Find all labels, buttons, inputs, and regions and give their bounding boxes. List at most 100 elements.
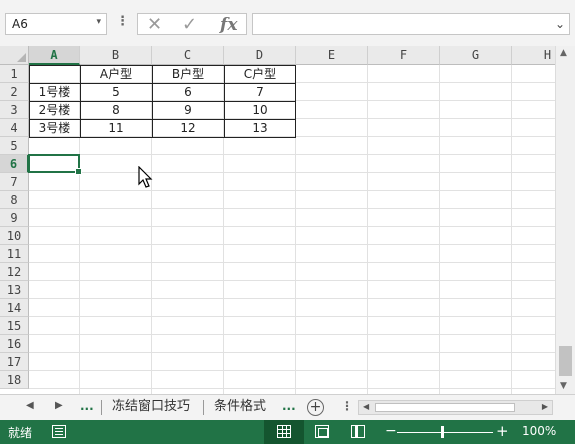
cell-a4[interactable]: 3号楼: [29, 119, 80, 137]
row-header-4[interactable]: 4: [0, 119, 29, 137]
name-box-dropdown-icon[interactable]: ▾: [96, 17, 101, 27]
horizontal-scroll-thumb[interactable]: [375, 403, 515, 412]
zoom-in-button[interactable]: +: [496, 422, 509, 440]
cell-b4[interactable]: 11: [80, 119, 152, 137]
tab-options-icon[interactable]: ⋮: [341, 399, 353, 413]
select-all-button[interactable]: [0, 46, 29, 65]
active-cell-selection[interactable]: [28, 154, 82, 175]
cell-c4[interactable]: 12: [152, 119, 224, 137]
cell-d1[interactable]: C户型: [224, 65, 296, 83]
column-header-c[interactable]: C: [152, 46, 224, 65]
gridline-vertical: [511, 65, 512, 394]
cell-b3[interactable]: 8: [80, 101, 152, 119]
sheet-tab-freeze-panes[interactable]: 冻结窗口技巧: [106, 395, 196, 419]
cell-a3[interactable]: 2号楼: [29, 101, 80, 119]
name-box[interactable]: A6 ▾: [5, 13, 107, 35]
zoom-percent[interactable]: 100%: [522, 424, 556, 438]
page-break-preview-button[interactable]: [338, 420, 378, 444]
scroll-left-icon[interactable]: ◀: [363, 402, 369, 411]
column-header-e[interactable]: E: [296, 46, 368, 65]
row-header-6[interactable]: 6: [0, 155, 29, 173]
cell-b2[interactable]: 5: [80, 83, 152, 101]
status-bar: 就绪 − + 100%: [0, 420, 575, 444]
row-header-14[interactable]: 14: [0, 299, 29, 317]
row-header-13[interactable]: 13: [0, 281, 29, 299]
cancel-icon[interactable]: ✕: [147, 14, 162, 35]
cell-b1[interactable]: A户型: [80, 65, 152, 83]
insert-function-button[interactable]: fx: [220, 15, 237, 35]
horizontal-scrollbar[interactable]: ◀ ▶: [358, 400, 553, 415]
expand-formula-bar-icon[interactable]: ⌄: [555, 17, 565, 31]
table-border-horizontal: [29, 101, 296, 102]
row-header-17[interactable]: 17: [0, 353, 29, 371]
column-header-h[interactable]: H: [512, 46, 555, 65]
sheet-tab-bar: ◀ ▶ ... 冻结窗口技巧 条件格式 ... + ⋮ ◀ ▶: [0, 394, 575, 420]
more-sheets-left[interactable]: ...: [80, 399, 94, 413]
cell-d2[interactable]: 7: [224, 83, 296, 101]
column-header-f[interactable]: F: [368, 46, 440, 65]
row-header-3[interactable]: 3: [0, 101, 29, 119]
gridline-horizontal: [29, 208, 555, 209]
row-header-10[interactable]: 10: [0, 227, 29, 245]
scroll-down-icon[interactable]: ▼: [560, 381, 567, 391]
gridline-horizontal: [29, 316, 555, 317]
row-header-2[interactable]: 2: [0, 83, 29, 101]
zoom-slider-thumb[interactable]: [441, 426, 444, 438]
gridline-horizontal: [29, 226, 555, 227]
scroll-right-icon[interactable]: ▶: [542, 402, 548, 411]
page-layout-view-button[interactable]: [302, 420, 342, 444]
gridline-horizontal: [29, 262, 555, 263]
scroll-up-icon[interactable]: ▲: [560, 48, 567, 58]
row-header-11[interactable]: 11: [0, 245, 29, 263]
row-header-18[interactable]: 18: [0, 371, 29, 389]
mouse-pointer-icon: [138, 166, 153, 188]
zoom-out-button[interactable]: −: [385, 423, 397, 439]
more-sheets-right[interactable]: ...: [282, 399, 296, 413]
formula-input[interactable]: ⌄: [252, 13, 570, 35]
column-header-g[interactable]: G: [440, 46, 512, 65]
table-border-horizontal: [29, 137, 296, 138]
cell-d3[interactable]: 10: [224, 101, 296, 119]
vertical-scrollbar[interactable]: ▲ ▼: [555, 46, 575, 394]
table-border-horizontal: [29, 119, 296, 120]
cell-a1[interactable]: [29, 65, 80, 83]
enter-icon[interactable]: ✓: [182, 14, 197, 35]
normal-view-icon: [277, 425, 291, 438]
row-header-15[interactable]: 15: [0, 317, 29, 335]
cell-c3[interactable]: 9: [152, 101, 224, 119]
normal-view-button[interactable]: [264, 420, 304, 444]
cell-d4[interactable]: 13: [224, 119, 296, 137]
vertical-scroll-thumb[interactable]: [559, 346, 572, 376]
worksheet-grid[interactable]: A B C D E F G H 1 2 3 4 5 6 7 8 9 10 11 12 13 14 15 16 17 18 A户型 B户…: [0, 46, 555, 394]
macro-record-icon[interactable]: [52, 425, 66, 438]
row-header-9[interactable]: 9: [0, 209, 29, 227]
cell-a2[interactable]: 1号楼: [29, 83, 80, 101]
row-header-12[interactable]: 12: [0, 263, 29, 281]
formula-bar: A6 ▾ ⋮ ✕ ✓ fx ⌄: [0, 0, 575, 46]
table-border-horizontal: [29, 65, 296, 66]
gridline-horizontal: [29, 190, 555, 191]
next-sheet-icon[interactable]: ▶: [55, 400, 63, 411]
formula-bar-more-icon[interactable]: ⋮: [116, 14, 129, 29]
column-header-a[interactable]: A: [29, 46, 80, 65]
table-border-vertical: [295, 65, 296, 138]
gridline-horizontal: [29, 298, 555, 299]
prev-sheet-icon[interactable]: ◀: [26, 400, 34, 411]
tab-separator: [203, 400, 204, 415]
cell-c2[interactable]: 6: [152, 83, 224, 101]
row-header-16[interactable]: 16: [0, 335, 29, 353]
gridline-vertical: [439, 65, 440, 394]
sheet-tab-conditional-format[interactable]: 条件格式: [208, 395, 272, 419]
row-header-8[interactable]: 8: [0, 191, 29, 209]
cell-c1[interactable]: B户型: [152, 65, 224, 83]
page-layout-view-icon: [315, 425, 329, 438]
row-header-1[interactable]: 1: [0, 65, 29, 83]
column-header-d[interactable]: D: [224, 46, 296, 65]
add-sheet-button[interactable]: +: [307, 399, 324, 416]
column-header-b[interactable]: B: [80, 46, 152, 65]
row-header-7[interactable]: 7: [0, 173, 29, 191]
row-header-5[interactable]: 5: [0, 137, 29, 155]
tab-separator: [101, 400, 102, 415]
table-border-vertical: [80, 65, 81, 138]
zoom-slider-track[interactable]: [397, 432, 493, 433]
